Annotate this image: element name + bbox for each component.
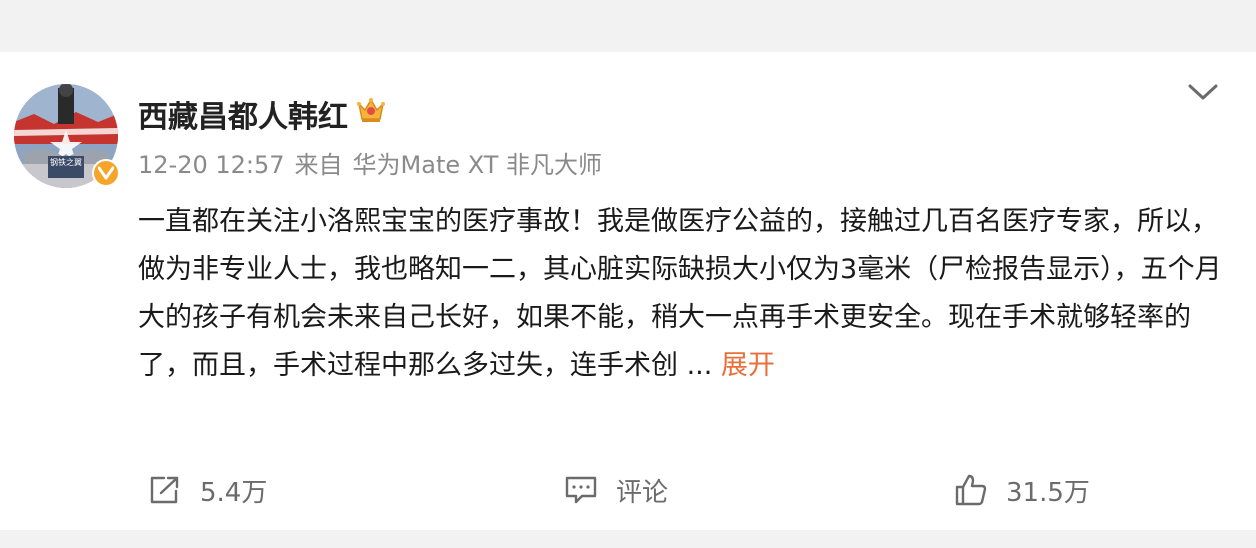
source-prefix: 来自 xyxy=(294,151,343,179)
expand-link[interactable]: 展开 xyxy=(721,350,775,381)
action-bar: 5.4万 评论 31.5万 xyxy=(0,466,1256,516)
author-name-row: 西藏昌都人韩红 xyxy=(138,92,386,136)
post-source: 华为Mate XT 非凡大师 xyxy=(352,151,603,179)
comment-button[interactable]: 评论 xyxy=(564,472,668,508)
verified-v-icon xyxy=(92,159,120,187)
like-button[interactable]: 31.5万 xyxy=(954,472,1090,508)
chevron-down-icon[interactable] xyxy=(1186,80,1220,104)
ellipsis: ... xyxy=(678,350,721,381)
post-meta: 12-20 12:57 来自 华为Mate XT 非凡大师 xyxy=(138,145,612,180)
post-time[interactable]: 12-20 12:57 xyxy=(138,151,285,179)
share-icon xyxy=(150,476,179,504)
weibo-post-card: 钢铁之翼 西藏昌都人韩红 12-20 12:57 来自 华为Mate XT 非凡大师… xyxy=(0,52,1256,530)
comment-icon xyxy=(565,476,597,504)
post-text: 一直都在关注小洛熙宝宝的医疗事故！我是做医疗公益的，接触过几百名医疗专家，所以，… xyxy=(138,198,1228,390)
share-count: 5.4万 xyxy=(200,477,268,508)
author-name[interactable]: 西藏昌都人韩红 xyxy=(138,92,348,136)
comment-label: 评论 xyxy=(616,477,669,508)
like-count: 31.5万 xyxy=(1006,477,1090,508)
thumbs-up-icon xyxy=(955,474,987,506)
share-button[interactable]: 5.4万 xyxy=(148,472,267,508)
avatar-text: 钢铁之翼 xyxy=(50,157,82,167)
crown-icon[interactable] xyxy=(356,95,386,133)
